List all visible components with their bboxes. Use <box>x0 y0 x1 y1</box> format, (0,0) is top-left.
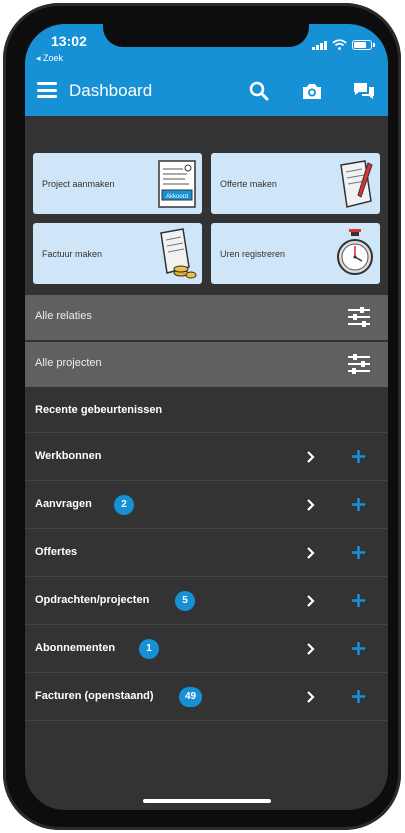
tile-label: Factuur maken <box>42 249 103 259</box>
count-badge: 49 <box>179 687 203 707</box>
list-row-offertes[interactable]: Offertes <box>25 529 388 577</box>
filter-sliders-icon[interactable] <box>347 353 371 375</box>
chevron-right-icon[interactable] <box>306 451 315 463</box>
plus-icon[interactable] <box>352 690 365 703</box>
menu-icon[interactable] <box>37 82 57 98</box>
section-recente-gebeurtenissen[interactable]: Recente gebeurtenissen <box>25 387 388 433</box>
stopwatch-icon <box>337 229 373 275</box>
app-bar: Dashboard <box>25 67 388 116</box>
wifi-icon <box>332 39 347 50</box>
plus-icon[interactable] <box>352 450 365 463</box>
count-badge: 2 <box>114 495 134 515</box>
stamp-text: Akkoord <box>166 194 188 200</box>
row-label: Werkbonnen <box>35 450 102 462</box>
form-icon: Akkoord <box>158 160 196 208</box>
tile-uren-registreren[interactable]: Uren registreren <box>211 223 380 284</box>
list-row-abonnementen[interactable]: Abonnementen 1 <box>25 625 388 673</box>
tile-project-aanmaken[interactable]: Project aanmaken Akkoord <box>33 153 202 214</box>
search-icon[interactable] <box>247 79 271 103</box>
page-title: Dashboard <box>69 81 153 100</box>
plus-icon[interactable] <box>352 642 365 655</box>
filter-alle-relaties[interactable]: Alle relaties <box>25 295 388 340</box>
camera-icon[interactable] <box>300 79 324 103</box>
count-badge: 1 <box>139 639 159 659</box>
filter-alle-projecten[interactable]: Alle projecten <box>25 342 388 387</box>
count-badge: 5 <box>175 591 195 611</box>
signal-icon <box>312 41 327 50</box>
status-time: 13:02 <box>51 33 87 49</box>
plus-icon[interactable] <box>352 498 365 511</box>
row-label: Facturen (openstaand) <box>35 690 154 702</box>
list-row-aanvragen[interactable]: Aanvragen 2 <box>25 481 388 529</box>
tile-offerte-maken[interactable]: Offerte maken <box>211 153 380 214</box>
tile-factuur-maken[interactable]: Factuur maken <box>33 223 202 284</box>
section-label: Recente gebeurtenissen <box>35 404 163 416</box>
document-pen-icon <box>340 160 373 208</box>
battery-icon <box>352 40 375 50</box>
filter-label: Alle relaties <box>35 310 92 322</box>
tile-label: Project aanmaken <box>42 179 115 189</box>
filter-label: Alle projecten <box>35 357 102 369</box>
row-label: Opdrachten/projecten <box>35 594 150 606</box>
invoice-coins-icon <box>160 228 197 279</box>
chevron-right-icon[interactable] <box>306 499 315 511</box>
chevron-right-icon[interactable] <box>306 643 315 655</box>
phone-frame: 13:02 ◂ Zoek Dashboard Project aanmaken <box>3 3 401 830</box>
row-label: Offertes <box>35 546 78 558</box>
list-row-facturen-openstaand[interactable]: Facturen (openstaand) 49 <box>25 673 388 721</box>
chat-icon[interactable] <box>352 79 376 103</box>
chevron-right-icon[interactable] <box>306 691 315 703</box>
status-icons <box>312 39 375 50</box>
plus-icon[interactable] <box>352 594 365 607</box>
filter-sliders-icon[interactable] <box>347 306 371 328</box>
list-row-werkbonnen[interactable]: Werkbonnen <box>25 433 388 481</box>
plus-icon[interactable] <box>352 546 365 559</box>
screen: 13:02 ◂ Zoek Dashboard Project aanmaken <box>25 24 388 810</box>
home-indicator[interactable] <box>143 799 271 803</box>
status-bar: 13:02 ◂ Zoek <box>25 24 388 67</box>
chevron-right-icon[interactable] <box>306 547 315 559</box>
chevron-right-icon[interactable] <box>306 595 315 607</box>
tile-label: Uren registreren <box>220 249 286 259</box>
row-label: Abonnementen <box>35 642 116 654</box>
list-row-opdrachten-projecten[interactable]: Opdrachten/projecten 5 <box>25 577 388 625</box>
notch <box>103 24 309 47</box>
tile-label: Offerte maken <box>220 179 277 189</box>
back-to-search-link[interactable]: ◂ Zoek <box>36 53 63 64</box>
row-label: Aanvragen <box>35 498 92 510</box>
